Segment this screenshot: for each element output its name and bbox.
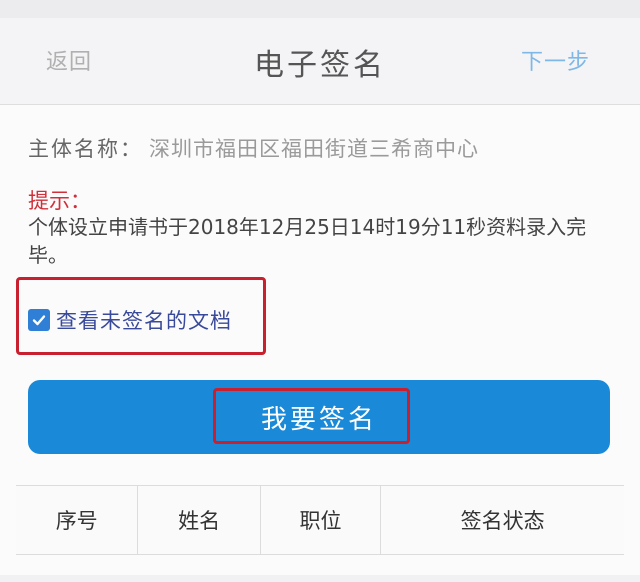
checkbox-checked-icon[interactable] [28, 309, 50, 331]
column-header-position: 职位 [259, 486, 380, 554]
nav-bar: 返回 电子签名 下一步 [0, 18, 640, 105]
entity-row: 主体名称： 深圳市福田区福田街道三希商中心 [28, 133, 479, 163]
highlight-box-sign-button [213, 388, 410, 444]
entity-value: 深圳市福田区福田街道三希商中心 [149, 137, 479, 161]
view-unsigned-docs-checkbox[interactable]: 查看未签名的文档 [28, 305, 232, 335]
checkmark-icon [32, 315, 46, 326]
checkbox-label[interactable]: 查看未签名的文档 [56, 305, 232, 335]
next-step-button[interactable]: 下一步 [521, 44, 590, 76]
main-content: 主体名称： 深圳市福田区福田街道三希商中心 提示： 个体设立申请书于2018年12… [0, 105, 640, 582]
entity-label: 主体名称： [28, 137, 143, 161]
hint-title: 提示： [28, 189, 91, 213]
column-header-sign-status: 签名状态 [380, 486, 624, 554]
status-bar [0, 0, 640, 18]
bottom-divider [0, 575, 640, 582]
signers-table-header: 序号 姓名 职位 签名状态 [16, 485, 624, 555]
column-header-index: 序号 [55, 509, 98, 533]
hint-text: 个体设立申请书于2018年12月25日14时19分11秒资料录入完毕。 [28, 215, 587, 267]
column-header-name: 姓名 [137, 486, 259, 554]
